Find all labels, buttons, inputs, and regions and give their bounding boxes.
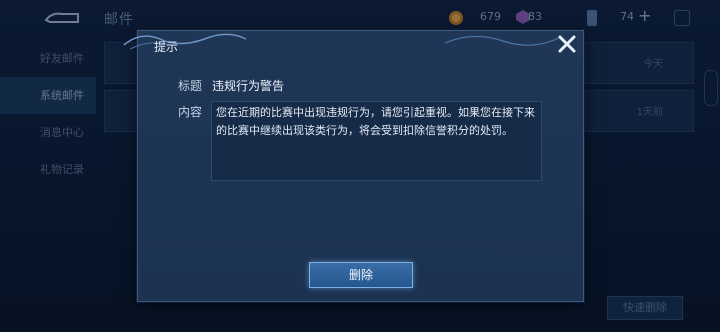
notice-dialog: 提示 标题 违规行为警告 内容 您在近期的比赛中出现违规行为，请您引起重视。如果… — [123, 30, 584, 302]
title-decoration — [123, 33, 247, 50]
content-text: 您在近期的比赛中出现违规行为，请您引起重视。如果您在接下来的比赛中继续出现该类行… — [211, 101, 542, 181]
subject-text: 违规行为警告 — [212, 79, 285, 93]
content-label: 内容 — [178, 105, 203, 119]
dialog-title: 提示 — [154, 40, 179, 54]
close-icon[interactable] — [556, 33, 578, 55]
title-decoration — [444, 35, 562, 46]
delete-button[interactable]: 删除 — [309, 262, 413, 288]
subject-label: 标题 — [178, 79, 203, 93]
